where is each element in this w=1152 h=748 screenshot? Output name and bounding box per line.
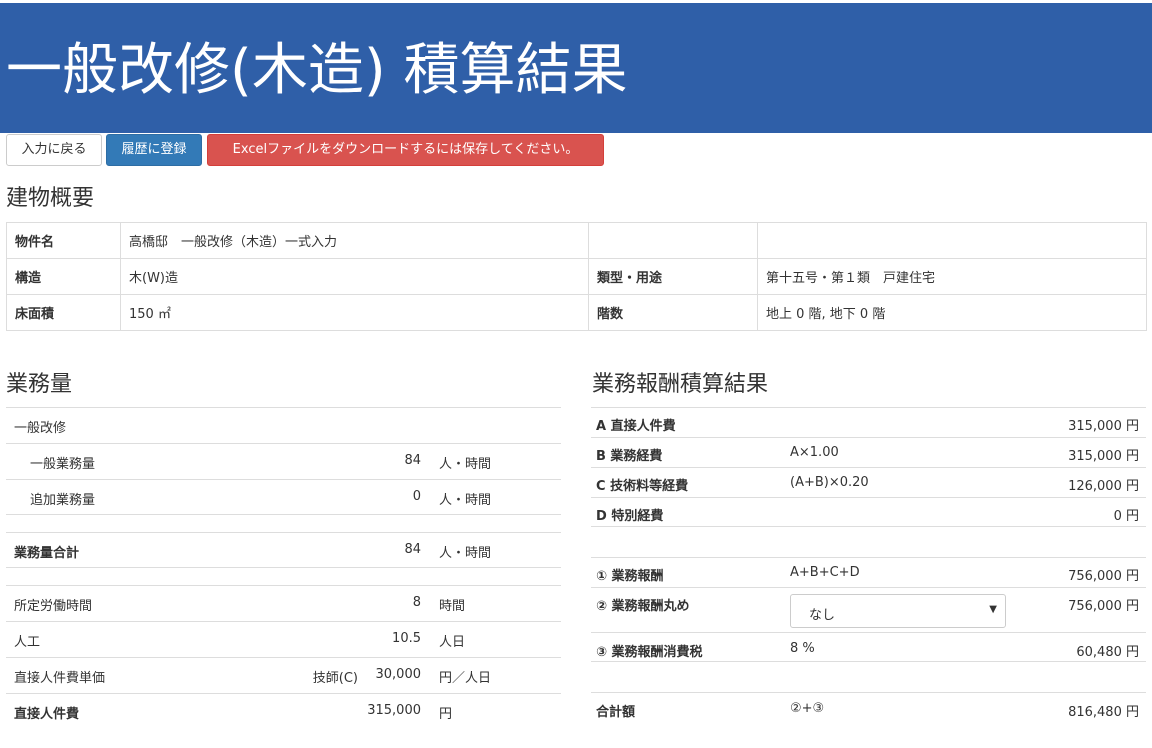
overview-value (757, 222, 1147, 259)
result-label: ③ 業務報酬消費税 (596, 645, 703, 660)
unit-price-value: 30,000 (375, 667, 422, 682)
volume-row-unitprice: 直接人件費単価 技師(C) 30,000 円／人日 (6, 657, 561, 693)
result-label: D 特別経費 (596, 509, 664, 524)
result-row: ③ 業務報酬消費税 8 % 60,480 円 (591, 632, 1146, 662)
volume-title: 業務量 (6, 372, 73, 397)
result-formula: ②+③ (790, 701, 825, 716)
result-amount: 315,000 円 (1068, 419, 1139, 434)
result-row: 合計額 ②+③ 816,480 円 (591, 692, 1146, 724)
back-to-input-button[interactable]: 入力に戻る (6, 134, 102, 166)
result-title: 業務報酬積算結果 (592, 372, 769, 397)
working-hours-value: 8 (412, 595, 421, 610)
result-row: ② 業務報酬丸め なし ▼ 756,000 円 (591, 587, 1146, 632)
general-volume-label: 一般業務量 (30, 457, 96, 472)
result-label: 合計額 (596, 705, 636, 720)
total-volume-label: 業務量合計 (14, 546, 80, 561)
result-row: B 業務経費 A×1.00 315,000 円 (591, 437, 1146, 467)
direct-labor-value: 315,000 (367, 703, 421, 718)
additional-volume-unit: 人・時間 (439, 493, 492, 508)
result-row: ① 業務報酬 A+B+C+D 756,000 円 (591, 557, 1146, 587)
unit-price-grade: 技師(C) (312, 671, 358, 686)
overview-value: 第十五号・第１類 戸建住宅 (757, 258, 1147, 295)
volume-section-row: 一般改修 (6, 407, 561, 443)
chevron-down-icon: ▼ (989, 604, 997, 615)
direct-labor-label: 直接人件費 (14, 707, 80, 722)
page-header: 一般改修(木造) 積算結果 (0, 3, 1152, 133)
unit-price-label: 直接人件費単価 (14, 671, 106, 686)
manday-unit: 人日 (439, 635, 466, 650)
result-amount: 756,000 円 (1068, 569, 1139, 584)
result-row: A 直接人件費 315,000 円 (591, 407, 1146, 437)
rounding-select[interactable]: なし ▼ (790, 594, 1006, 628)
overview-label (588, 222, 758, 259)
overview-value: 150 ㎡ (120, 294, 589, 331)
result-label: ② 業務報酬丸め (596, 599, 690, 614)
volume-row-total: 業務量合計 84 人・時間 (6, 532, 561, 568)
result-amount: 60,480 円 (1076, 645, 1139, 660)
overview-label: 階数 (588, 294, 758, 331)
overview-label: 類型・用途 (588, 258, 758, 295)
additional-volume-value: 0 (412, 489, 421, 504)
working-hours-unit: 時間 (439, 599, 466, 614)
overview-value: 木(W)造 (120, 258, 589, 295)
volume-section-label: 一般改修 (14, 421, 67, 436)
overview-label: 床面積 (6, 294, 121, 331)
volume-row-manday: 人工 10.5 人日 (6, 621, 561, 657)
result-label: B 業務経費 (596, 449, 663, 464)
total-volume-unit: 人・時間 (439, 546, 492, 561)
result-row: C 技術料等経費 (A+B)×0.20 126,000 円 (591, 467, 1146, 497)
overview-value: 地上 0 階, 地下 0 階 (757, 294, 1147, 331)
excel-download-button[interactable]: Excelファイルをダウンロードするには保存してください。 (207, 134, 604, 166)
direct-labor-unit: 円 (439, 707, 453, 722)
overview-table: 物件名 高橋邸 一般改修（木造）一式入力 構造 木(W)造 類型・用途 第十五号… (6, 222, 1147, 331)
overview-row: 床面積 150 ㎡ 階数 地上 0 階, 地下 0 階 (6, 294, 1147, 331)
result-amount: 816,480 円 (1068, 705, 1139, 720)
result-label: A 直接人件費 (596, 419, 676, 434)
result-formula: A+B+C+D (790, 565, 860, 580)
result-amount: 0 円 (1113, 509, 1139, 524)
volume-row-additional: 追加業務量 0 人・時間 (6, 479, 561, 515)
general-volume-unit: 人・時間 (439, 457, 492, 472)
total-volume-value: 84 (404, 542, 421, 557)
overview-row: 物件名 高橋邸 一般改修（木造）一式入力 (6, 222, 1147, 259)
result-amount: 756,000 円 (1068, 599, 1139, 614)
result-formula: A×1.00 (790, 445, 839, 460)
result-formula: 8 % (790, 641, 815, 656)
overview-label: 物件名 (6, 222, 121, 259)
volume-row-general: 一般業務量 84 人・時間 (6, 443, 561, 479)
result-label: ① 業務報酬 (596, 569, 664, 584)
page-title: 一般改修(木造) 積算結果 (6, 38, 628, 103)
overview-value: 高橋邸 一般改修（木造）一式入力 (120, 222, 589, 259)
result-formula: (A+B)×0.20 (790, 475, 869, 490)
manday-value: 10.5 (392, 631, 421, 646)
result-amount: 315,000 円 (1068, 449, 1139, 464)
additional-volume-label: 追加業務量 (30, 493, 96, 508)
unit-price-unit: 円／人日 (439, 671, 492, 686)
result-row: D 特別経費 0 円 (591, 497, 1146, 527)
rounding-select-value: なし (809, 608, 836, 623)
working-hours-label: 所定労働時間 (14, 599, 93, 614)
result-amount: 126,000 円 (1068, 479, 1139, 494)
overview-label: 構造 (6, 258, 121, 295)
volume-row-hours: 所定労働時間 8 時間 (6, 585, 561, 621)
register-history-button[interactable]: 履歴に登録 (106, 134, 202, 166)
manday-label: 人工 (14, 635, 41, 650)
overview-title: 建物概要 (6, 186, 95, 211)
overview-row: 構造 木(W)造 類型・用途 第十五号・第１類 戸建住宅 (6, 258, 1147, 295)
volume-row-direct: 直接人件費 315,000 円 (6, 693, 561, 729)
general-volume-value: 84 (404, 453, 421, 468)
result-label: C 技術料等経費 (596, 479, 689, 494)
